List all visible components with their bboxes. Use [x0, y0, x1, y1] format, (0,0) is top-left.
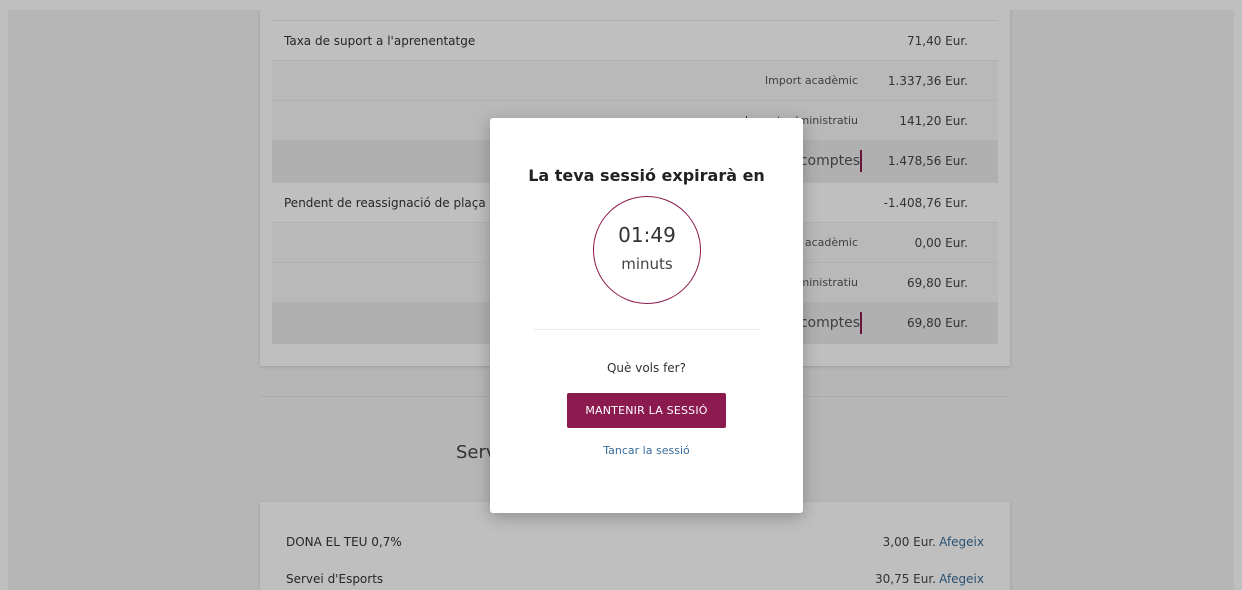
countdown-timer: 01:49 minuts [593, 196, 701, 304]
countdown-value: 01:49 [618, 223, 676, 247]
countdown-unit: minuts [621, 255, 673, 273]
dialog-divider [534, 329, 759, 330]
dialog-question: Què vols fer? [606, 361, 686, 375]
keep-session-button[interactable]: MANTENIR LA SESSIÓ [567, 393, 726, 428]
logout-link[interactable]: Tancar la sessió [490, 444, 803, 457]
dialog-title: La teva sessió expirarà en [528, 166, 765, 185]
session-expiry-dialog: La teva sessió expirarà en 01:49 minuts … [490, 118, 803, 513]
